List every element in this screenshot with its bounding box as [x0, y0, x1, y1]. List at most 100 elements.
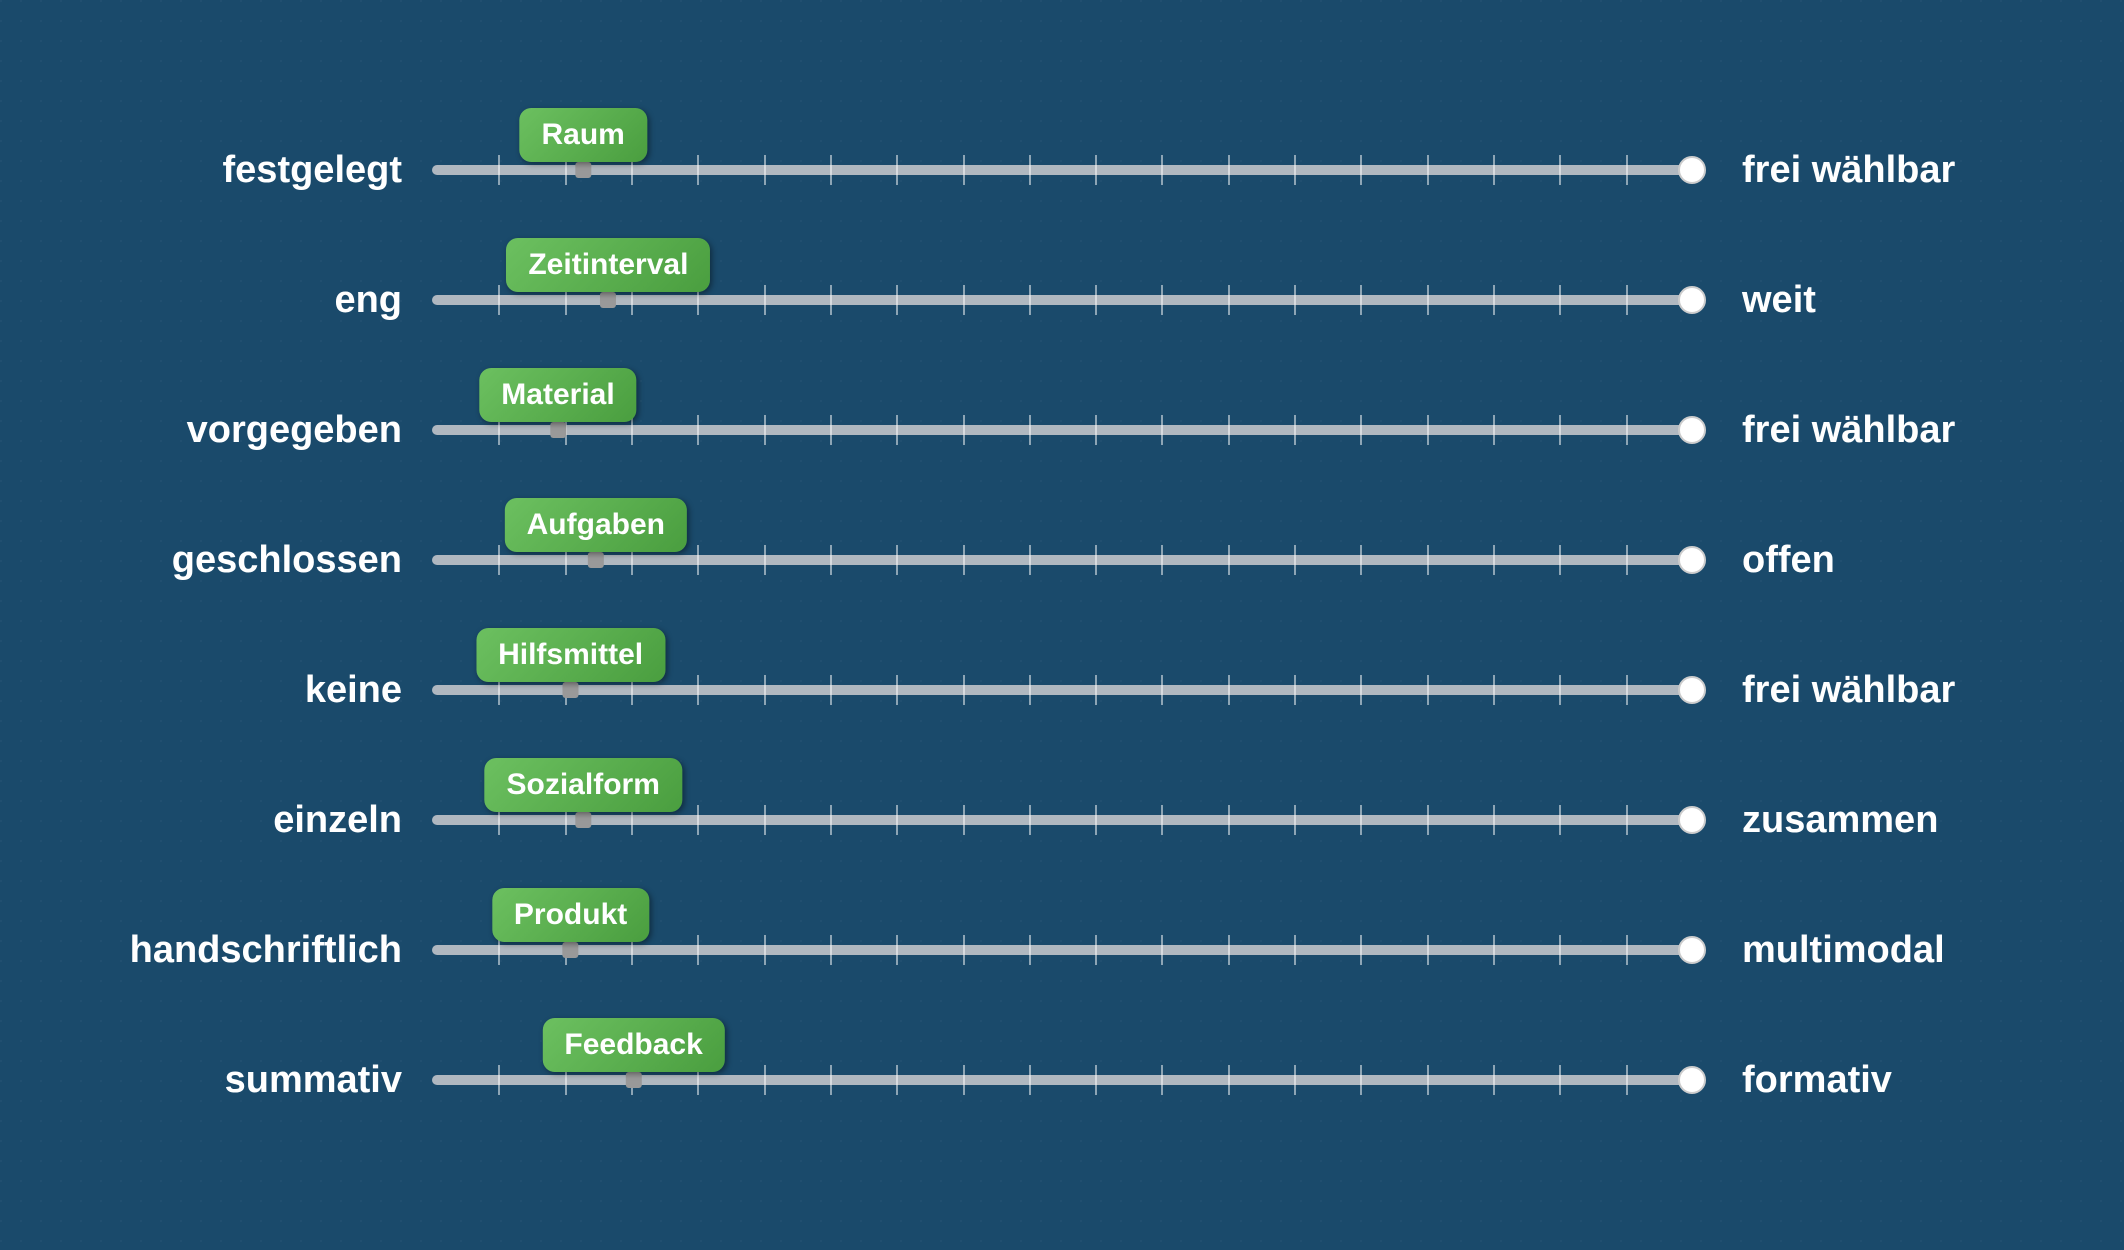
- slider-thumb[interactable]: Feedback: [542, 1053, 724, 1107]
- slider-end-circle: [1678, 546, 1706, 574]
- tick-mark: [1493, 285, 1495, 315]
- tick-mark: [963, 675, 965, 705]
- tick-mark: [1559, 285, 1561, 315]
- tick-mark: [896, 805, 898, 835]
- tick-mark: [697, 415, 699, 445]
- slider-1[interactable]: Zeitinterval: [432, 290, 1692, 310]
- tick-mark: [764, 1065, 766, 1095]
- right-label-2: frei wählbar: [1692, 409, 2012, 452]
- slider-thumb[interactable]: Sozialform: [485, 793, 682, 847]
- slider-thumb[interactable]: Hilfsmittel: [476, 663, 665, 717]
- slider-row: festgelegtRaumfrei wählbar: [112, 105, 2012, 235]
- tick-mark: [1228, 415, 1230, 445]
- tick-mark: [697, 675, 699, 705]
- left-label-3: geschlossen: [112, 539, 432, 582]
- tick-mark: [896, 675, 898, 705]
- slider-7[interactable]: Feedback: [432, 1070, 1692, 1090]
- slider-handle: [575, 812, 591, 828]
- tick-mark: [1228, 675, 1230, 705]
- tick-mark: [1029, 415, 1031, 445]
- tick-mark: [498, 285, 500, 315]
- tick-mark: [1626, 675, 1628, 705]
- tick-mark: [498, 545, 500, 575]
- slider-end-circle: [1678, 156, 1706, 184]
- tick-mark: [1626, 805, 1628, 835]
- tick-mark: [896, 285, 898, 315]
- tick-mark: [697, 545, 699, 575]
- slider-thumb[interactable]: Material: [479, 403, 636, 457]
- tick-mark: [697, 935, 699, 965]
- tick-mark: [1228, 1065, 1230, 1095]
- tick-mark: [1360, 935, 1362, 965]
- tick-mark: [1029, 1065, 1031, 1095]
- slider-3[interactable]: Aufgaben: [432, 550, 1692, 570]
- slider-2[interactable]: Material: [432, 420, 1692, 440]
- tick-mark: [764, 935, 766, 965]
- right-label-7: formativ: [1692, 1059, 2012, 1102]
- tick-mark: [1626, 545, 1628, 575]
- tick-mark: [1095, 805, 1097, 835]
- tick-mark: [1161, 1065, 1163, 1095]
- tick-mark: [896, 935, 898, 965]
- left-label-5: einzeln: [112, 799, 432, 842]
- tick-mark: [1559, 805, 1561, 835]
- slider-5[interactable]: Sozialform: [432, 810, 1692, 830]
- slider-thumb[interactable]: Produkt: [492, 923, 649, 977]
- tick-mark: [1161, 805, 1163, 835]
- slider-row: summativFeedbackformativ: [112, 1015, 2012, 1145]
- slider-thumb[interactable]: Aufgaben: [505, 533, 687, 587]
- left-label-4: keine: [112, 669, 432, 712]
- right-label-1: weit: [1692, 279, 2012, 322]
- slider-label-4: Hilfsmittel: [476, 628, 665, 682]
- slider-0[interactable]: Raum: [432, 160, 1692, 180]
- slider-end-circle: [1678, 1066, 1706, 1094]
- tick-mark: [1095, 415, 1097, 445]
- slider-thumb[interactable]: Raum: [520, 143, 647, 197]
- tick-mark: [963, 415, 965, 445]
- slider-row: keineHilfsmittelfrei wählbar: [112, 625, 2012, 755]
- tick-mark: [830, 545, 832, 575]
- slider-handle: [563, 682, 579, 698]
- tick-mark: [896, 415, 898, 445]
- left-label-0: festgelegt: [112, 149, 432, 192]
- tick-mark: [1360, 805, 1362, 835]
- tick-mark: [1228, 545, 1230, 575]
- slider-handle: [550, 422, 566, 438]
- tick-mark: [896, 155, 898, 185]
- right-label-4: frei wählbar: [1692, 669, 2012, 712]
- tick-mark: [1493, 1065, 1495, 1095]
- tick-mark: [1493, 675, 1495, 705]
- tick-mark: [1294, 675, 1296, 705]
- tick-mark: [1228, 935, 1230, 965]
- tick-mark: [1029, 545, 1031, 575]
- tick-mark: [1294, 285, 1296, 315]
- tick-mark: [830, 285, 832, 315]
- tick-mark: [1559, 675, 1561, 705]
- tick-mark: [764, 285, 766, 315]
- right-label-6: multimodal: [1692, 929, 2012, 972]
- tick-mark: [1559, 155, 1561, 185]
- tick-mark: [1294, 155, 1296, 185]
- slider-4[interactable]: Hilfsmittel: [432, 680, 1692, 700]
- tick-mark: [1427, 935, 1429, 965]
- slider-label-2: Material: [479, 368, 636, 422]
- tick-mark: [697, 155, 699, 185]
- tick-mark: [1360, 1065, 1362, 1095]
- tick-mark: [1095, 935, 1097, 965]
- slider-row: geschlossenAufgabenoffen: [112, 495, 2012, 625]
- tick-mark: [1493, 155, 1495, 185]
- slider-6[interactable]: Produkt: [432, 940, 1692, 960]
- slider-thumb[interactable]: Zeitinterval: [506, 273, 710, 327]
- tick-mark: [1228, 805, 1230, 835]
- tick-mark: [498, 155, 500, 185]
- tick-mark: [1294, 415, 1296, 445]
- tick-mark: [1095, 1065, 1097, 1095]
- tick-mark: [830, 805, 832, 835]
- tick-mark: [1427, 415, 1429, 445]
- left-label-1: eng: [112, 279, 432, 322]
- tick-mark: [1161, 935, 1163, 965]
- slider-row: engZeitintervalweit: [112, 235, 2012, 365]
- tick-mark: [1493, 415, 1495, 445]
- tick-mark: [1029, 935, 1031, 965]
- tick-mark: [1427, 805, 1429, 835]
